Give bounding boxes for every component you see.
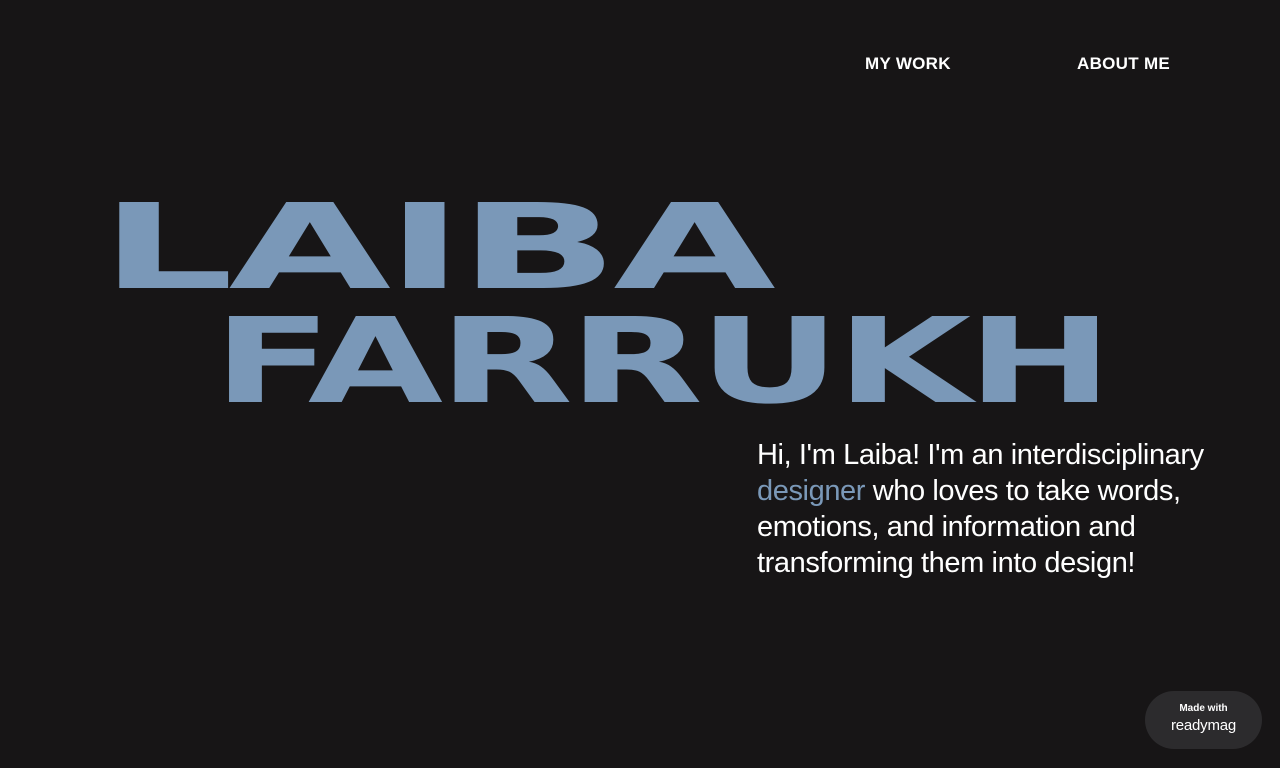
intro-text: Hi, I'm Laiba! I'm an interdisciplinary …	[757, 437, 1257, 581]
hero-first-name: LAIBA	[100, 178, 776, 316]
made-with-readymag-badge[interactable]: Made with readymag	[1145, 691, 1262, 749]
nav-my-work-link[interactable]: MY WORK	[865, 54, 951, 74]
intro-highlight-designer: designer	[757, 475, 866, 507]
page: MY WORK ABOUT ME LAIBA FARRUKH Hi, I'm L…	[0, 0, 1280, 768]
readymag-logo: readymag	[1170, 717, 1237, 734]
nav-about-me-link[interactable]: ABOUT ME	[1077, 54, 1170, 74]
hero-last-name: FARRUKH	[213, 292, 1113, 430]
intro-part-1: Hi, I'm Laiba! I'm an interdisciplinary	[757, 439, 1204, 471]
badge-made-with-label: Made with	[1179, 703, 1228, 714]
